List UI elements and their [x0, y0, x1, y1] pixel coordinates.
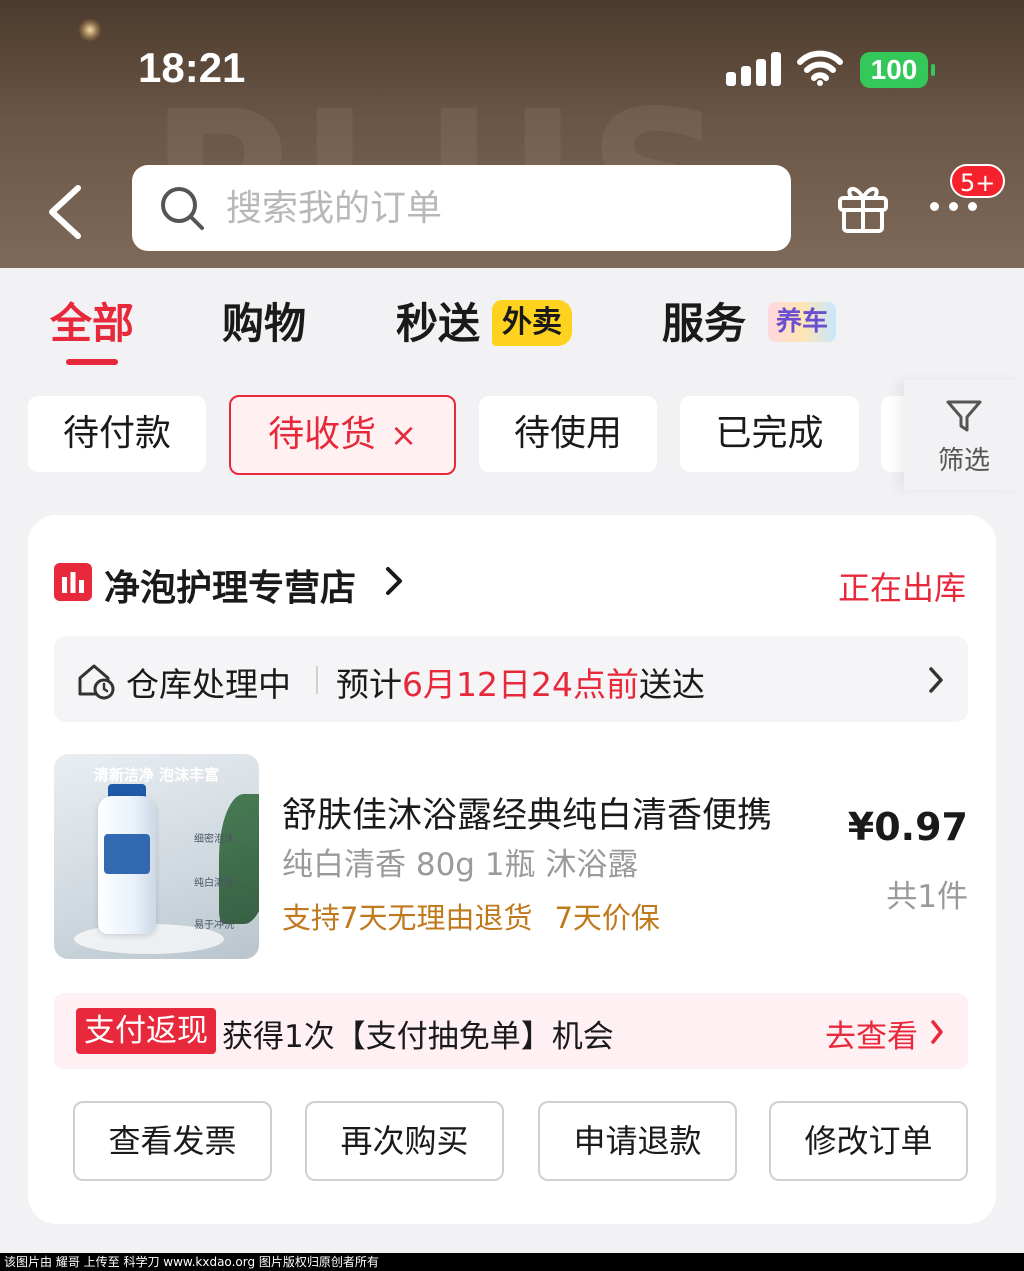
gift-icon[interactable] — [836, 180, 890, 234]
cellular-signal-icon — [726, 52, 782, 86]
modify-order-button[interactable]: 修改订单 — [769, 1101, 968, 1181]
product-image-feature: 易于冲洗 — [194, 920, 234, 931]
product-image-title: 清新洁净 泡沫丰富 — [93, 766, 220, 784]
status-time: 18:21 — [138, 44, 246, 91]
chip-label: 已完成 — [715, 413, 824, 454]
store-name[interactable]: 净泡护理专营店 — [104, 559, 356, 611]
product-image-feature: 细密泡沫 — [194, 834, 234, 845]
chevron-right-icon — [929, 667, 943, 693]
search-icon — [161, 187, 204, 230]
chip-label: 待使用 — [513, 413, 622, 454]
chip-completed[interactable]: 已完成 — [680, 396, 859, 472]
leaf-decoration — [219, 794, 259, 924]
tab-instant-delivery[interactable]: 秒送 — [396, 290, 480, 351]
chip-label: 待付款 — [62, 413, 171, 454]
search-input[interactable] — [226, 187, 746, 229]
order-list-page: PLUS 18:21 100 — [0, 0, 1024, 1271]
chip-pending-use[interactable]: 待使用 — [479, 396, 657, 472]
product-spec: 纯白清香 80g 1瓶 沐浴露 — [282, 847, 639, 883]
status-filter-chips: 待付款 待收货 × 待使用 已完成 — [0, 395, 1024, 475]
tab-all[interactable]: 全部 — [50, 290, 134, 351]
back-button[interactable] — [40, 182, 90, 242]
battery-indicator: 100 — [860, 52, 935, 88]
logistics-bar[interactable]: 仓库处理中 预计6月12日24点前送达 — [54, 636, 968, 722]
filter-icon — [946, 400, 982, 432]
tab-shopping[interactable]: 购物 — [222, 290, 306, 351]
logistics-divider — [316, 666, 318, 694]
promo-message: 获得1次【支付抽免单】机会 — [222, 1019, 614, 1055]
eta-date: 6月12日24点前 — [402, 665, 639, 704]
product-services: 支持7天无理由退货 7天价保 — [282, 895, 660, 937]
chevron-right-icon — [386, 567, 402, 595]
car-care-tag: 养车 — [768, 302, 837, 342]
bottle-label-shape — [104, 834, 150, 874]
chip-label: 待收货 — [268, 414, 377, 455]
store-icon — [54, 563, 92, 601]
header: PLUS 18:21 100 — [0, 0, 1024, 268]
clear-filter-icon[interactable]: × — [390, 416, 417, 454]
chevron-right-icon — [931, 1020, 943, 1044]
takeaway-tag: 外卖 — [492, 300, 572, 346]
order-status: 正在出库 — [837, 569, 966, 607]
chip-pending-receipt[interactable]: 待收货 × — [229, 395, 456, 475]
wifi-icon — [797, 50, 843, 86]
promo-view-link[interactable]: 去查看 — [825, 1011, 918, 1056]
product-image-feature: 纯白清香 — [194, 878, 234, 889]
chip-pending-payment[interactable]: 待付款 — [28, 396, 206, 472]
eta-suffix: 送达 — [638, 665, 705, 704]
view-invoice-button[interactable]: 查看发票 — [73, 1101, 272, 1181]
sparkle-decoration — [78, 18, 102, 42]
notification-badge: 5+ — [950, 164, 1006, 198]
promo-tag: 支付返现 — [76, 1008, 216, 1054]
request-refund-button[interactable]: 申请退款 — [538, 1101, 737, 1181]
buy-again-button[interactable]: 再次购买 — [305, 1101, 504, 1181]
cashback-promo-bar[interactable]: 支付返现 获得1次【支付抽免单】机会 去查看 — [54, 993, 968, 1069]
product-image[interactable]: 清新洁净 泡沫丰富 细密泡沫 纯白清香 易于冲洗 — [54, 754, 259, 959]
logistics-status: 仓库处理中 — [126, 665, 291, 704]
order-type-tabs: 全部 购物 秒送 外卖 服务 养车 — [0, 290, 1024, 370]
filter-button[interactable]: 筛选 — [904, 380, 1024, 490]
service-price-protect: 7天价保 — [554, 901, 660, 935]
order-card[interactable]: 净泡护理专营店 正在出库 仓库处理中 预计6月12日24点前送达 清新洁净 泡沫… — [28, 515, 996, 1224]
search-bar[interactable] — [132, 165, 791, 251]
delivery-estimate: 预计6月12日24点前送达 — [336, 658, 705, 706]
watermark-bar: 该图片由 耀哥 上传至 科学刀 www.kxdao.org 图片版权归原创者所有 — [0, 1253, 1024, 1271]
filter-label: 筛选 — [937, 446, 990, 476]
eta-prefix: 预计 — [336, 665, 402, 704]
warehouse-clock-icon — [78, 664, 115, 700]
order-actions: 查看发票 再次购买 申请退款 修改订单 — [28, 1101, 996, 1181]
tab-services[interactable]: 服务 — [662, 290, 746, 351]
product-quantity: 共1件 — [886, 879, 968, 915]
product-price: ¥0.97 — [847, 805, 968, 849]
service-return: 支持7天无理由退货 — [282, 901, 533, 935]
product-title[interactable]: 舒肤佳沐浴露经典纯白清香便携 — [282, 787, 772, 838]
